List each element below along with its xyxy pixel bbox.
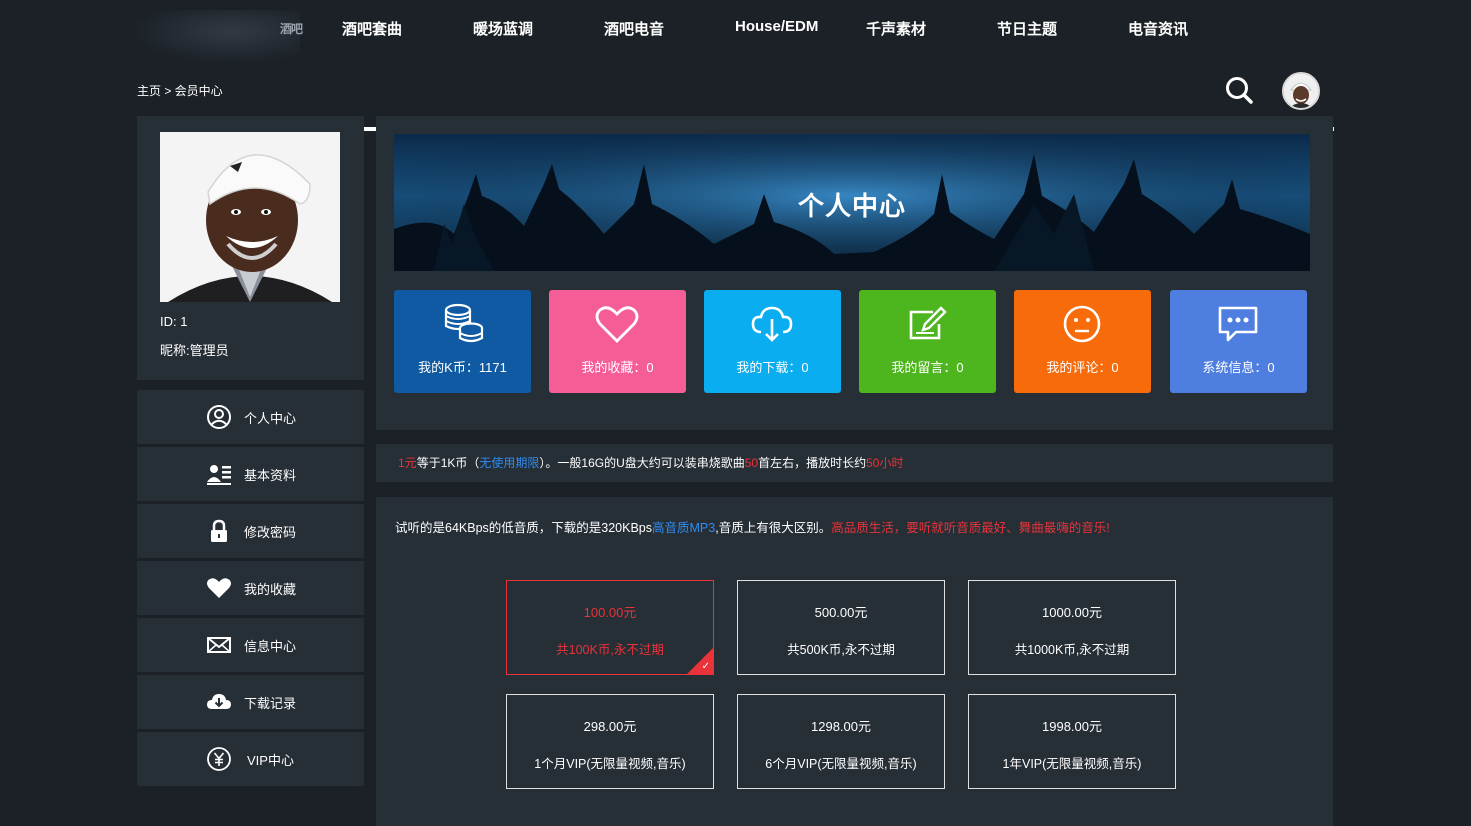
plan-100-coins[interactable]: 100.00元 共100K币,永不过期 ✓ [506, 580, 714, 675]
id-card-icon [207, 465, 231, 485]
plan-vip-1-year[interactable]: 1998.00元 1年VIP(无限量视频,音乐) [968, 694, 1176, 789]
plan-1000-coins[interactable]: 1000.00元 共1000K币,永不过期 [968, 580, 1176, 675]
stat-tile-favorites[interactable]: 我的收藏：0 [549, 290, 686, 393]
user-avatar[interactable] [1282, 72, 1320, 110]
side-item-label: 信息中心 [244, 639, 297, 654]
stat-tile-messages[interactable]: 我的留言：0 [859, 290, 996, 393]
side-item-label: 修改密码 [244, 525, 297, 540]
profile-photo [160, 132, 340, 302]
side-item-my-favorites[interactable]: 我的收藏 [137, 561, 364, 615]
stat-tile-system-info[interactable]: 系统信息：0 [1170, 290, 1307, 393]
site-logo[interactable] [130, 10, 300, 64]
profile-id: ID: 1 [160, 314, 188, 329]
nav-item-house-edm[interactable]: House/EDM [735, 18, 818, 35]
notice-text: ,音质上有很大区别。 [715, 521, 832, 535]
side-item-label: 我的收藏 [244, 582, 297, 597]
nav-item-bar-sets[interactable]: 酒吧套曲 [342, 18, 402, 39]
side-item-basic-info[interactable]: 基本资料 [137, 447, 364, 501]
recharge-panel: 试听的是64KBps的低音质，下载的是320KBps高音质MP3,音质上有很大区… [376, 497, 1333, 826]
info-price: 1元 [398, 456, 417, 470]
info-validity: 无使用期限 [479, 456, 540, 470]
breadcrumb[interactable]: 主页 > 会员中心 [137, 82, 223, 99]
envelope-icon [207, 637, 231, 653]
coins-icon [444, 303, 484, 343]
smile-icon [1063, 305, 1101, 343]
plan-price: 298.00元 [583, 719, 637, 734]
plan-desc: 6个月VIP(无限量视频,音乐) [765, 757, 917, 771]
info-duration: 50小时 [866, 456, 904, 470]
nav-item-sound-material[interactable]: 千声素材 [866, 18, 926, 39]
nav-item-warmup-blues[interactable]: 暖场蓝调 [473, 18, 533, 39]
stat-label: 系统信息：0 [1202, 360, 1275, 375]
chat-icon [1218, 306, 1258, 342]
info-song-count: 50 [744, 456, 759, 470]
plan-price: 1000.00元 [1042, 605, 1102, 620]
user-circle-icon [207, 405, 231, 429]
plan-vip-6-months[interactable]: 1298.00元 6个月VIP(无限量视频,音乐) [737, 694, 945, 789]
side-item-change-password[interactable]: 修改密码 [137, 504, 364, 558]
stat-label: 我的留言：0 [891, 360, 964, 375]
banner: 个人中心 [394, 134, 1310, 271]
stat-tile-comments[interactable]: 我的评论：0 [1014, 290, 1151, 393]
plan-desc: 1个月VIP(无限量视频,音乐) [534, 757, 686, 771]
site-logo-text[interactable]: 酒吧 [280, 20, 303, 37]
stat-label: 我的收藏：0 [581, 360, 654, 375]
notice-slogan: 高品质生活，要听就听音质最好、舞曲最嗨的音乐! [831, 521, 1110, 535]
plan-desc: 共1000K币,永不过期 [1014, 643, 1130, 657]
search-icon [1226, 77, 1253, 104]
stat-label: 我的下载：0 [736, 360, 809, 375]
side-item-label: 下载记录 [244, 696, 297, 711]
side-item-label: VIP中心 [247, 753, 294, 768]
profile-nickname: 昵称:管理员 [160, 343, 229, 358]
plan-desc: 共100K币,永不过期 [556, 643, 664, 657]
info-text: 等于1K币（ [416, 456, 480, 470]
side-menu: 个人中心 基本资料 修改密码 我的收藏 信息中心 下载记录 VIP中心 [137, 390, 364, 789]
plan-price: 1998.00元 [1042, 719, 1102, 734]
lock-icon [211, 519, 227, 542]
stat-tile-downloads[interactable]: 我的下载：0 [704, 290, 841, 393]
plan-vip-1-month[interactable]: 298.00元 1个月VIP(无限量视频,音乐) [506, 694, 714, 789]
coin-info-bar: 1元等于1K币（无使用期限）。一般16G的U盘大约可以装串烧歌曲50首左右，播放… [376, 444, 1333, 482]
check-icon: ✓ [701, 661, 710, 672]
personal-center-panel: 个人中心 我的K币：1171 我的收藏：0 我的下载：0 我的留言：0 我的评论… [376, 116, 1333, 430]
heart-icon [207, 578, 231, 598]
top-nav: 酒吧 酒吧套曲 暖场蓝调 酒吧电音 House/EDM 千声素材 节日主题 电音… [0, 0, 1471, 64]
edit-icon [909, 306, 947, 340]
side-item-vip-center[interactable]: VIP中心 [137, 732, 364, 786]
side-item-message-center[interactable]: 信息中心 [137, 618, 364, 672]
plan-price: 100.00元 [583, 605, 637, 620]
banner-title: 个人中心 [797, 191, 906, 221]
info-text: 首左右，播放时长约 [758, 456, 867, 470]
stat-tile-k-coins[interactable]: 我的K币：1171 [394, 290, 531, 393]
stat-label: 我的评论：0 [1046, 360, 1119, 375]
plan-500-coins[interactable]: 500.00元 共500K币,永不过期 [737, 580, 945, 675]
quality-notice: 试听的是64KBps的低音质，下载的是320KBps高音质MP3,音质上有很大区… [395, 517, 1110, 536]
stat-label: 我的K币：1171 [418, 360, 507, 375]
plan-desc: 共500K币,永不过期 [787, 643, 895, 657]
side-item-download-history[interactable]: 下载记录 [137, 675, 364, 729]
cloud-download-icon [207, 694, 231, 709]
side-item-label: 基本资料 [244, 468, 297, 483]
plan-price: 500.00元 [814, 605, 868, 620]
side-item-label: 个人中心 [244, 411, 297, 426]
notice-mp3: 高音质MP3 [652, 521, 716, 535]
nav-item-edm-news[interactable]: 电音资讯 [1128, 18, 1188, 39]
info-text: ）。一般16G的U盘大约可以装串烧歌曲 [539, 456, 745, 470]
search-button[interactable] [1222, 73, 1256, 107]
side-item-personal-center[interactable]: 个人中心 [137, 390, 364, 444]
plan-desc: 1年VIP(无限量视频,音乐) [1002, 757, 1142, 771]
nav-item-festival-theme[interactable]: 节日主题 [997, 18, 1057, 39]
avatar-image [1284, 74, 1318, 108]
cloud-download-icon [751, 306, 793, 342]
plan-price: 1298.00元 [811, 719, 871, 734]
profile-card: ID: 1 昵称:管理员 [137, 116, 364, 380]
heart-icon [595, 306, 639, 343]
yen-icon [207, 747, 231, 771]
notice-text: 试听的是64KBps的低音质，下载的是320KBps [395, 521, 653, 535]
nav-item-bar-electronic[interactable]: 酒吧电音 [604, 18, 664, 39]
